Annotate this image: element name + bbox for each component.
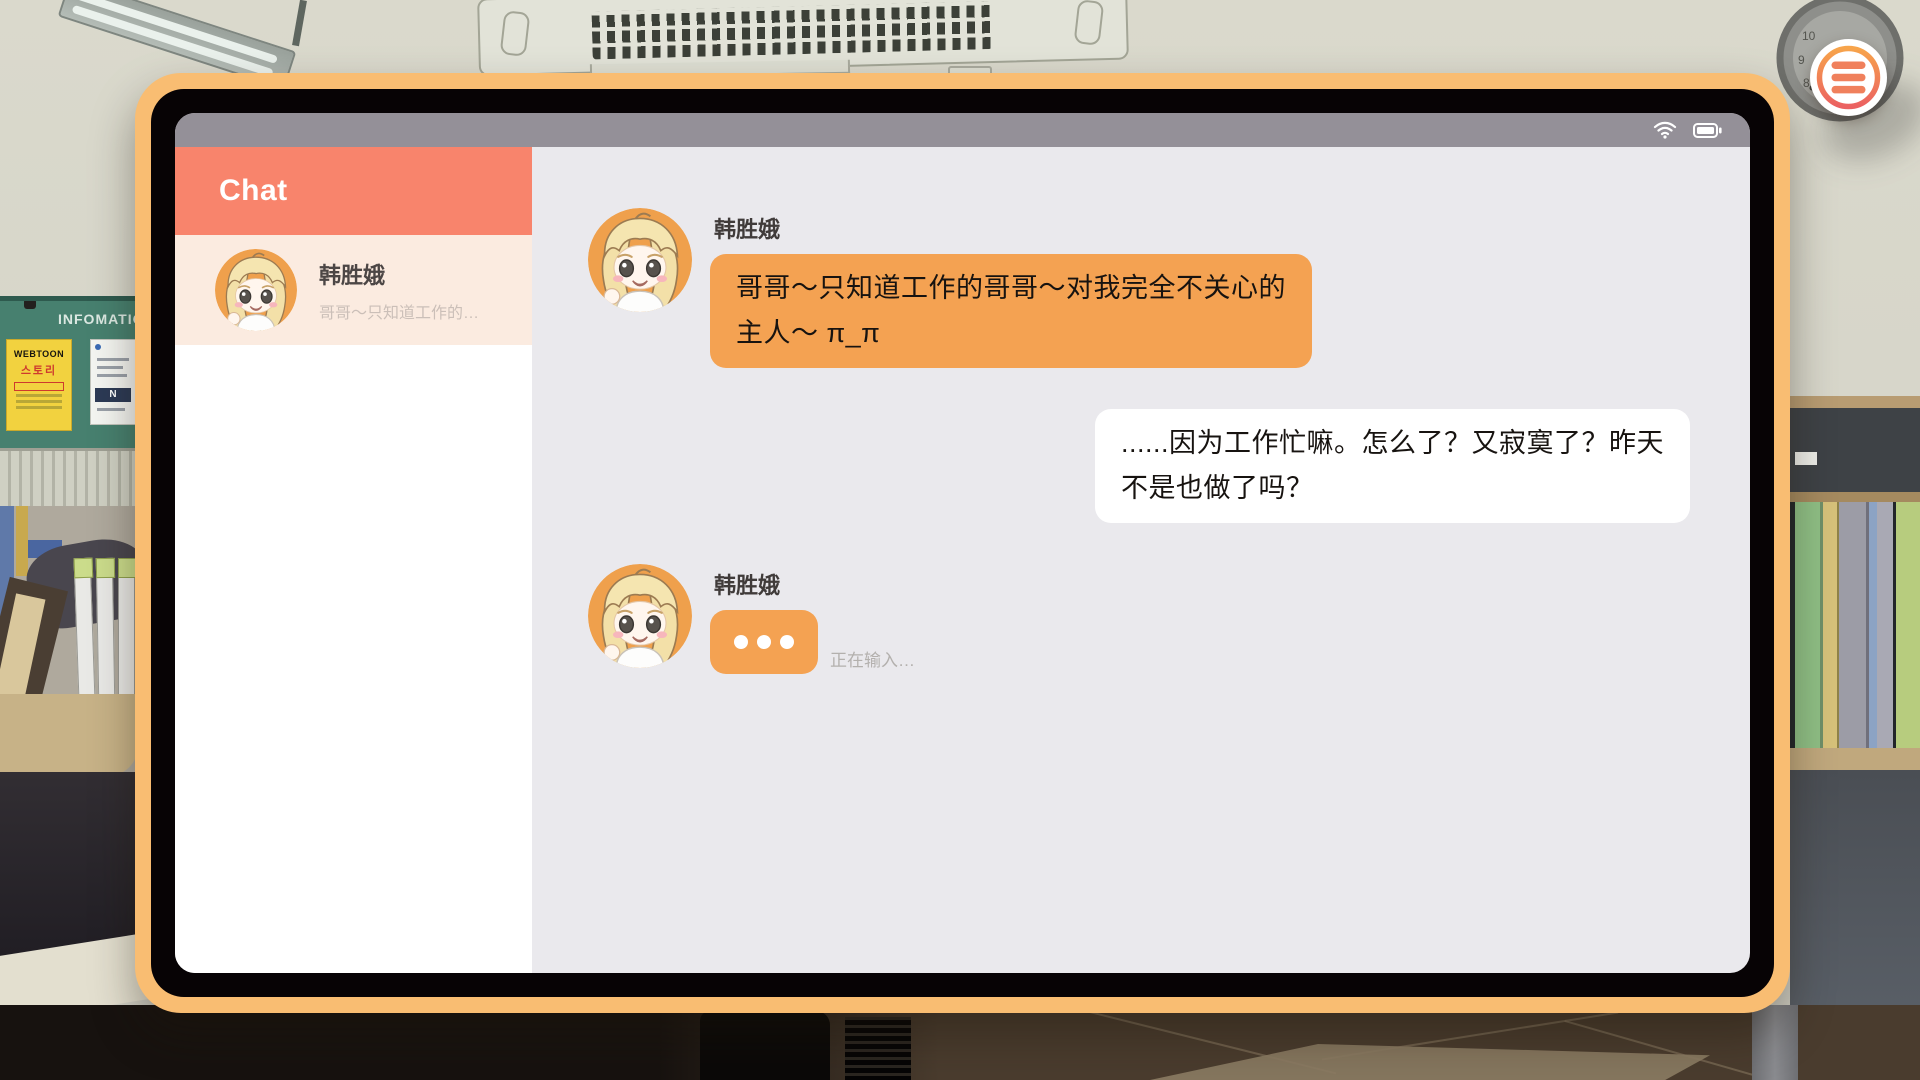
typing-status-text: 正在输入… xyxy=(830,646,915,674)
incoming-message-bubble: 哥哥～只知道工作的哥哥～对我完全不关心的 主人～ π_π xyxy=(710,254,1312,368)
cabinet-label xyxy=(1795,452,1817,465)
desk-partition xyxy=(1790,770,1920,1035)
chat-sidebar: Chat 韩胜娥 哥哥～只知道工作的… xyxy=(175,147,532,973)
poster-subtitle: 스토리 xyxy=(7,362,71,378)
bulletin-board: INFOMATION WEBTOON 스토리 N xyxy=(0,296,138,448)
floor xyxy=(0,1005,1920,1080)
board-title: INFOMATION xyxy=(58,311,138,327)
poster-logo: N xyxy=(95,388,131,402)
chat-message-area: 韩胜娥 哥哥～只知道工作的哥哥～对我完全不关心的 主人～ π_π ......因… xyxy=(532,147,1750,973)
conversation-name: 韩胜娥 xyxy=(319,258,479,290)
poster-white: N xyxy=(90,339,136,425)
tablet-bezel: Chat 韩胜娥 哥哥～只知道工作的… xyxy=(151,89,1774,997)
battery-icon xyxy=(1693,123,1722,138)
tablet-screen: Chat 韩胜娥 哥哥～只知道工作的… xyxy=(175,113,1750,973)
message-sender-name: 韩胜娥 xyxy=(714,568,780,600)
poster-title: WEBTOON xyxy=(7,349,71,359)
typing-dot xyxy=(780,635,794,649)
hamburger-menu-icon xyxy=(1810,39,1887,116)
ac-vent-grille xyxy=(591,1,992,59)
bookshelf xyxy=(1790,502,1920,748)
typing-dot xyxy=(757,635,771,649)
conversation-preview: 哥哥～只知道工作的… xyxy=(319,299,479,323)
svg-text:9: 9 xyxy=(1798,53,1805,67)
svg-text:8: 8 xyxy=(1803,76,1810,90)
incoming-message-group: 韩胜娥 哥哥～只知道工作的哥哥～对我完全不关心的 主人～ π_π xyxy=(588,208,1690,368)
wifi-icon xyxy=(1653,121,1677,139)
table-leg xyxy=(1752,1005,1798,1080)
conversation-list-item[interactable]: 韩胜娥 哥哥～只知道工作的… xyxy=(175,235,532,345)
outgoing-message-bubble: ......因为工作忙嘛。怎么了？又寂寞了？昨天 不是也做了吗？ xyxy=(1095,409,1690,523)
board-clip xyxy=(24,299,36,309)
chat-app-title: Chat xyxy=(175,147,532,235)
game-scene: 10987 INFOMATION WEBTOON 스토리 N xyxy=(0,0,1920,1080)
status-bar xyxy=(175,113,1750,147)
contact-avatar xyxy=(588,564,692,668)
cabinet-top xyxy=(1790,396,1920,408)
shelf xyxy=(1790,748,1920,770)
furniture-silhouette xyxy=(700,1011,830,1080)
desk-clutter xyxy=(0,506,138,776)
desk xyxy=(0,694,138,776)
tablet-device: Chat 韩胜娥 哥哥～只知道工作的… xyxy=(135,73,1790,1013)
typing-message-group: 韩胜娥 正在输入… xyxy=(588,564,1690,674)
menu-button[interactable] xyxy=(1810,39,1887,116)
typing-dot xyxy=(734,635,748,649)
under-desk-shadow xyxy=(0,772,138,956)
cabinet xyxy=(1790,408,1920,492)
poster-webtoon: WEBTOON 스토리 xyxy=(6,339,72,431)
shelf-edge xyxy=(1790,492,1920,502)
radiator xyxy=(0,448,138,506)
contact-avatar xyxy=(588,208,692,312)
contact-avatar xyxy=(215,249,297,331)
furniture-silhouette xyxy=(845,1017,911,1080)
message-sender-name: 韩胜娥 xyxy=(714,212,780,244)
outgoing-message-row: ......因为工作忙嘛。怎么了？又寂寞了？昨天 不是也做了吗？ xyxy=(588,409,1690,523)
typing-indicator-bubble xyxy=(710,610,818,674)
